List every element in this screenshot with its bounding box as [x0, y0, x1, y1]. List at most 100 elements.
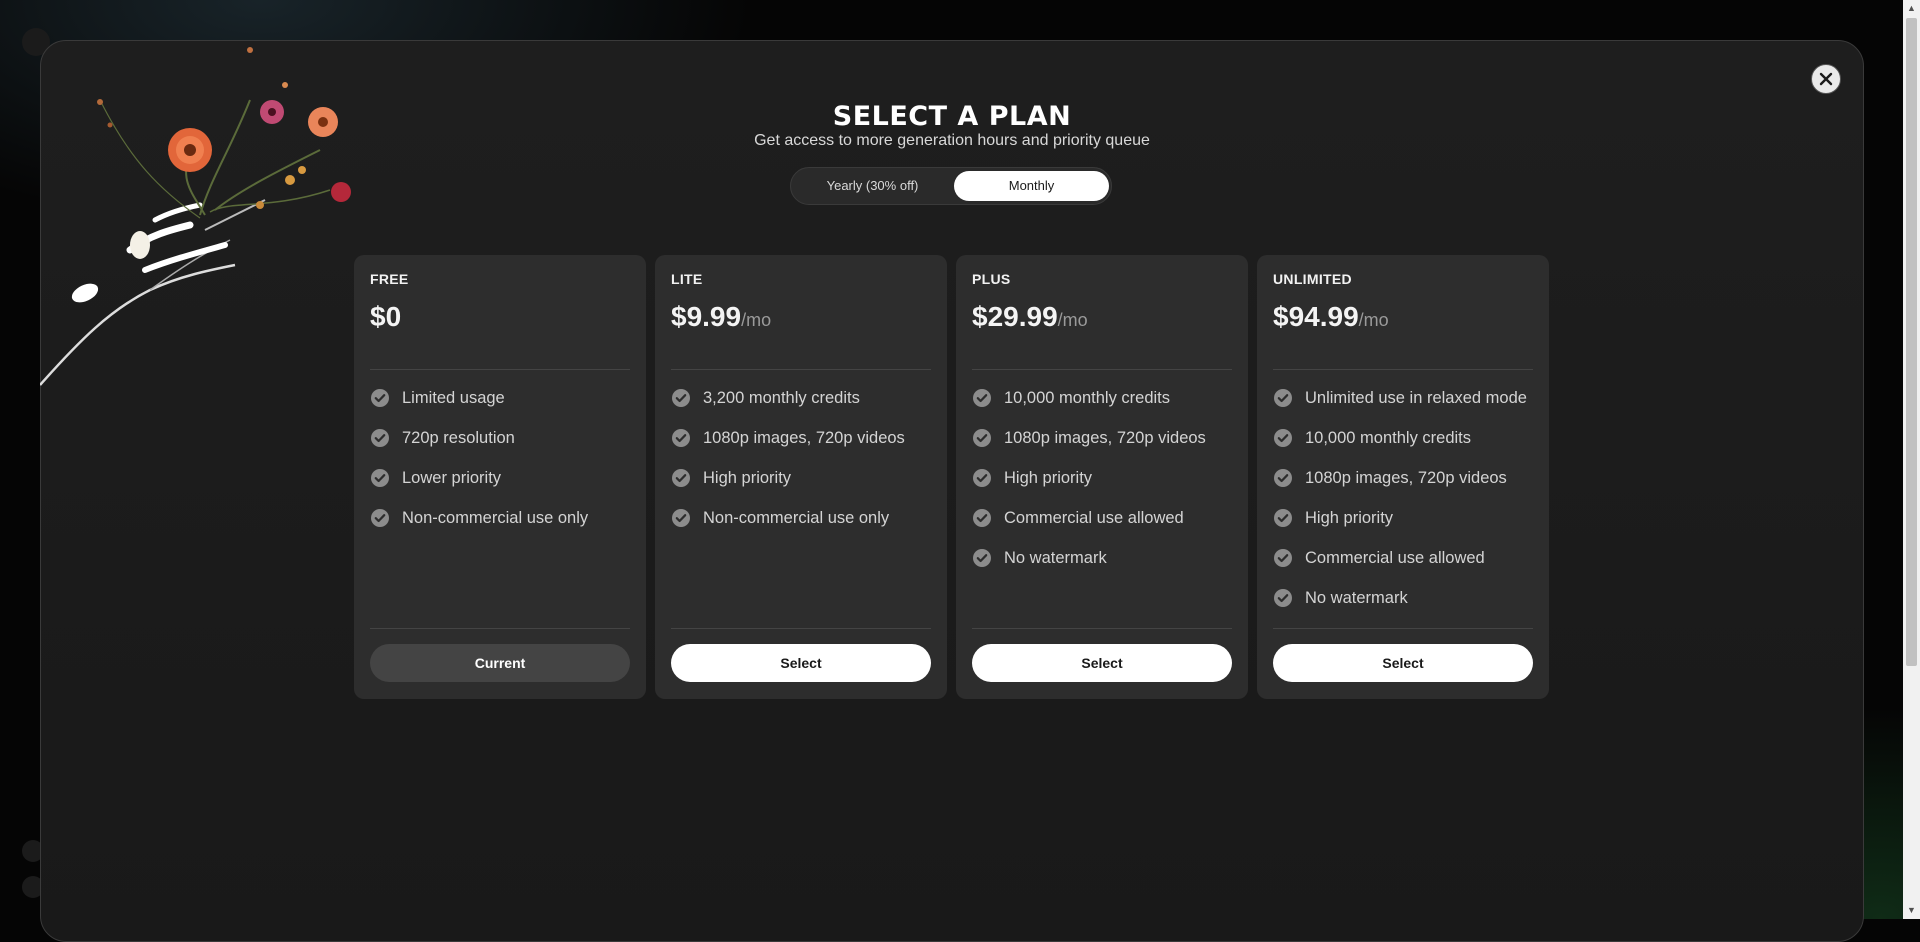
plan-name: UNLIMITED	[1273, 271, 1352, 287]
divider	[671, 369, 931, 370]
feature-item: 720p resolution	[370, 428, 646, 468]
plan-card-free: FREE $0 Limited usage 720p resolution Lo…	[354, 255, 646, 699]
current-plan-button[interactable]: Current	[370, 644, 630, 682]
plan-period: /mo	[1358, 310, 1389, 330]
feature-item: No watermark	[972, 548, 1248, 588]
check-circle-icon	[1273, 468, 1293, 488]
select-plus-button[interactable]: Select	[972, 644, 1232, 682]
flower-bouquet-illustration	[40, 47, 351, 386]
check-circle-icon	[972, 428, 992, 448]
check-circle-icon	[1273, 388, 1293, 408]
check-circle-icon	[972, 388, 992, 408]
check-circle-icon	[370, 508, 390, 528]
plan-price: $29.99	[972, 301, 1058, 332]
select-lite-button[interactable]: Select	[671, 644, 931, 682]
page-scrollbar[interactable]: ▲ ▼	[1903, 0, 1920, 919]
billing-period-toggle[interactable]: Yearly (30% off) Monthly	[790, 167, 1112, 205]
plan-price: $9.99	[671, 301, 742, 332]
check-circle-icon	[671, 508, 691, 528]
feature-item: 1080p images, 720p videos	[972, 428, 1248, 468]
check-circle-icon	[972, 508, 992, 528]
feature-list: Limited usage 720p resolution Lower prio…	[370, 388, 646, 548]
plan-price-row: $0	[370, 301, 401, 333]
feature-item: 1080p images, 720p videos	[671, 428, 947, 468]
check-circle-icon	[370, 428, 390, 448]
scrollbar-thumb[interactable]	[1906, 18, 1917, 666]
toggle-option-yearly[interactable]: Yearly (30% off)	[795, 171, 950, 201]
page-title: SELECT A PLAN	[832, 101, 1072, 132]
feature-item: Non-commercial use only	[370, 508, 646, 548]
plan-name: PLUS	[972, 271, 1011, 287]
feature-item: No watermark	[1273, 588, 1549, 628]
scroll-up-icon[interactable]: ▲	[1903, 0, 1920, 17]
plan-card-lite: LITE $9.99/mo 3,200 monthly credits 1080…	[655, 255, 947, 699]
check-circle-icon	[972, 548, 992, 568]
plan-card-plus: PLUS $29.99/mo 10,000 monthly credits 10…	[956, 255, 1248, 699]
feature-item: Limited usage	[370, 388, 646, 428]
page-subtitle: Get access to more generation hours and …	[754, 132, 1150, 149]
feature-text: 1080p images, 720p videos	[1004, 429, 1206, 447]
plan-price: $0	[370, 301, 402, 332]
feature-list: Unlimited use in relaxed mode 10,000 mon…	[1273, 388, 1549, 628]
check-circle-icon	[1273, 428, 1293, 448]
check-circle-icon	[1273, 588, 1293, 608]
feature-text: Commercial use allowed	[1004, 509, 1184, 527]
check-circle-icon	[671, 428, 691, 448]
plan-name: LITE	[671, 271, 703, 287]
feature-list: 3,200 monthly credits 1080p images, 720p…	[671, 388, 947, 548]
check-circle-icon	[972, 468, 992, 488]
plan-name: FREE	[370, 271, 409, 287]
feature-item: Commercial use allowed	[972, 508, 1248, 548]
check-circle-icon	[370, 468, 390, 488]
modal-header: SELECT A PLAN Get access to more generat…	[0, 100, 1904, 150]
feature-item: 1080p images, 720p videos	[1273, 468, 1549, 508]
scroll-down-icon[interactable]: ▼	[1903, 902, 1920, 919]
feature-text: 1080p images, 720p videos	[703, 429, 905, 447]
divider	[1273, 369, 1533, 370]
feature-text: No watermark	[1305, 589, 1408, 607]
divider	[370, 369, 630, 370]
feature-text: Lower priority	[402, 469, 502, 487]
feature-text: Unlimited use in relaxed mode	[1305, 389, 1527, 407]
divider	[370, 628, 630, 629]
check-circle-icon	[370, 388, 390, 408]
toggle-option-monthly[interactable]: Monthly	[954, 171, 1109, 201]
plan-period: /mo	[1057, 310, 1088, 330]
select-unlimited-button[interactable]: Select	[1273, 644, 1533, 682]
feature-text: High priority	[703, 469, 792, 487]
feature-item: Non-commercial use only	[671, 508, 947, 548]
divider	[972, 369, 1232, 370]
feature-item: 3,200 monthly credits	[671, 388, 947, 428]
feature-text: 10,000 monthly credits	[1004, 389, 1171, 407]
feature-item: High priority	[972, 468, 1248, 508]
divider	[671, 628, 931, 629]
feature-item: High priority	[671, 468, 947, 508]
feature-item: 10,000 monthly credits	[1273, 428, 1549, 468]
feature-text: Non-commercial use only	[402, 509, 589, 527]
close-button[interactable]	[1811, 64, 1841, 94]
feature-list: 10,000 monthly credits 1080p images, 720…	[972, 388, 1248, 588]
feature-text: Commercial use allowed	[1305, 549, 1485, 567]
feature-text: No watermark	[1004, 549, 1107, 567]
divider	[1273, 628, 1533, 629]
check-circle-icon	[671, 388, 691, 408]
check-circle-icon	[1273, 508, 1293, 528]
feature-text: Limited usage	[402, 389, 505, 407]
feature-text: High priority	[1305, 509, 1394, 527]
feature-text: 720p resolution	[402, 429, 515, 447]
check-circle-icon	[1273, 548, 1293, 568]
feature-text: 3,200 monthly credits	[703, 389, 860, 407]
feature-text: Non-commercial use only	[703, 509, 890, 527]
feature-item: Lower priority	[370, 468, 646, 508]
feature-item: 10,000 monthly credits	[972, 388, 1248, 428]
plan-price: $94.99	[1273, 301, 1359, 332]
feature-text: 10,000 monthly credits	[1305, 429, 1472, 447]
feature-item: Unlimited use in relaxed mode	[1273, 388, 1549, 428]
feature-item: High priority	[1273, 508, 1549, 548]
plan-price-row: $29.99/mo	[972, 301, 1088, 333]
plan-price-row: $9.99/mo	[671, 301, 771, 333]
divider	[972, 628, 1232, 629]
feature-text: High priority	[1004, 469, 1093, 487]
check-circle-icon	[671, 468, 691, 488]
feature-item: Commercial use allowed	[1273, 548, 1549, 588]
